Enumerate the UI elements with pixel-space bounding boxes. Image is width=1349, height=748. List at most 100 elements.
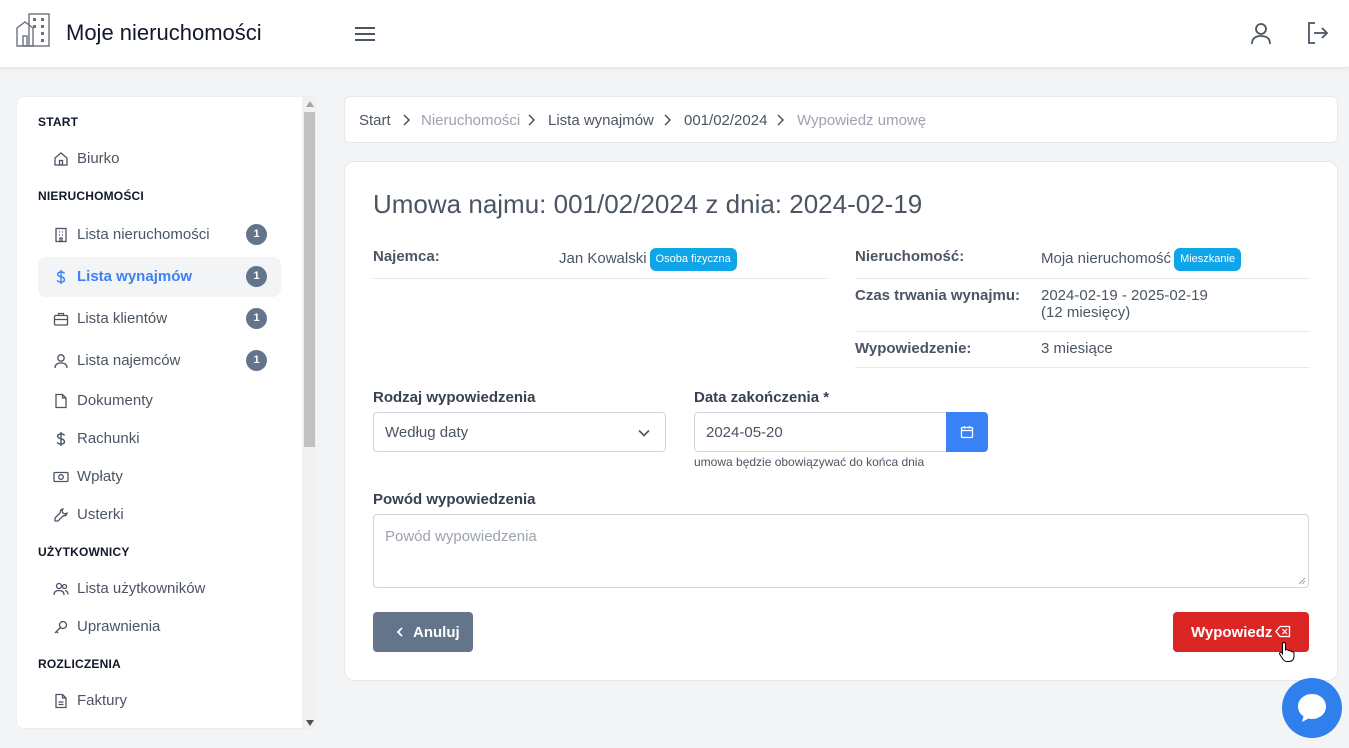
sidebar-item-lista-uzytkownikow[interactable]: Lista użytkowników	[38, 569, 281, 609]
notice-label: Wypowiedzenie:	[855, 340, 972, 357]
sidebar-item-faktury[interactable]: Faktury	[38, 681, 281, 721]
briefcase-icon	[53, 312, 69, 326]
building-logo-icon	[16, 13, 50, 47]
chevron-down-icon	[638, 429, 650, 437]
sidebar-section-uzytkownicy: UŻYTKOWNICY	[38, 545, 130, 559]
breadcrumb-agreement[interactable]: 001/02/2024	[684, 112, 767, 129]
backspace-icon	[1275, 625, 1291, 638]
termination-card: Umowa najmu: 001/02/2024 z dnia: 2024-02…	[344, 161, 1338, 681]
chevron-right-icon	[777, 114, 785, 126]
chevron-right-icon	[528, 114, 536, 126]
sidebar-item-label: Lista klientów	[77, 310, 168, 327]
breadcrumb-nieruchomosci[interactable]: Nieruchomości	[421, 112, 520, 129]
breadcrumb-lista-wynajmow[interactable]: Lista wynajmów	[548, 112, 654, 129]
sidebar-section-rozliczenia: ROZLICZENIA	[38, 657, 121, 671]
sidebar-item-label: Usterki	[77, 506, 124, 523]
sidebar-item-label: Rachunki	[77, 430, 140, 447]
building-icon	[55, 227, 67, 243]
duration-months: (12 miesięcy)	[1041, 304, 1131, 321]
end-date-label-text: Data zakończenia	[694, 389, 820, 406]
chat-bubble-icon	[1298, 694, 1326, 722]
end-date-label: Data zakończenia *	[694, 389, 829, 406]
chevron-left-icon	[396, 627, 403, 637]
sidebar-item-label: Uprawnienia	[77, 618, 161, 635]
notice-value: 3 miesiące	[1041, 340, 1113, 357]
hand-cursor-icon	[1279, 641, 1295, 662]
tenant-value: Jan Kowalski Osoba fizyczna	[559, 248, 737, 271]
page-title: Umowa najmu: 001/02/2024 z dnia: 2024-02…	[373, 189, 923, 219]
sidebar-section-start: START	[38, 115, 79, 129]
sidebar-item-lista-najemcow[interactable]: Lista najemców 1	[38, 341, 281, 381]
sidebar-item-label: Dokumenty	[77, 392, 153, 409]
sidebar-item-label: Biurko	[77, 150, 120, 167]
notice-row: Wypowiedzenie: 3 miesiące	[855, 332, 1309, 368]
duration-row: Czas trwania wynajmu: 2024-02-19 - 2025-…	[855, 279, 1309, 332]
count-badge: 1	[246, 266, 267, 287]
tenant-type-badge: Osoba fizyczna	[649, 248, 737, 271]
sidebar-item-rachunki[interactable]: Rachunki	[38, 419, 281, 459]
property-label: Nieruchomość:	[855, 248, 965, 265]
sidebar-menu: START Biurko NIERUCHOMOŚCI Lista nieruch…	[17, 97, 302, 728]
count-badge: 1	[246, 308, 267, 329]
logout-icon[interactable]	[1304, 20, 1330, 46]
sidebar-item-label: Wpłaty	[77, 468, 123, 485]
tenant-name: Jan Kowalski	[559, 250, 647, 267]
sidebar-item-wplaty[interactable]: Wpłaty	[38, 457, 281, 497]
sidebar-item-lista-nieruchomosci[interactable]: Lista nieruchomości 1	[38, 215, 281, 255]
cancel-button-label: Anuluj	[413, 624, 460, 641]
end-date-input[interactable]: 2024-05-20	[694, 412, 947, 452]
hamburger-menu-icon[interactable]	[352, 22, 378, 46]
calendar-button[interactable]	[946, 412, 988, 452]
breadcrumb: Start Nieruchomości Lista wynajmów 001/0…	[344, 96, 1338, 143]
tenant-label: Najemca:	[373, 248, 440, 265]
chevron-right-icon	[664, 114, 672, 126]
sidebar-item-lista-wynajmow[interactable]: Lista wynajmów 1	[38, 257, 281, 297]
sidebar-scrollbar[interactable]	[302, 97, 315, 728]
sidebar-item-label: Lista użytkowników	[77, 580, 206, 597]
sidebar-item-label: Faktury	[77, 692, 128, 709]
cash-icon	[53, 471, 69, 483]
scrollbar-thumb[interactable]	[304, 112, 315, 447]
sidebar-item-label: Lista nieruchomości	[77, 226, 210, 243]
cancel-button[interactable]: Anuluj	[373, 612, 473, 652]
count-badge: 1	[246, 224, 267, 245]
sidebar-item-label: Lista najemców	[77, 352, 181, 369]
home-icon	[54, 152, 68, 166]
property-row: Nieruchomość: Moja nieruchomość Mieszkani…	[855, 240, 1309, 279]
reason-label: Powód wypowiedzenia	[373, 491, 536, 508]
invoice-icon	[55, 693, 67, 709]
document-icon	[55, 393, 67, 409]
calendar-icon	[960, 426, 974, 439]
breadcrumb-current: Wypowiedz umowę	[797, 112, 927, 129]
termination-type-select[interactable]: Według daty	[373, 412, 666, 452]
sidebar-item-dokumenty[interactable]: Dokumenty	[38, 381, 281, 421]
app-title: Moje nieruchomości	[66, 20, 262, 45]
sidebar-item-usterki[interactable]: Usterki	[38, 495, 281, 535]
breadcrumb-start[interactable]: Start	[359, 112, 391, 129]
wrench-icon	[54, 508, 68, 522]
end-date-hint: umowa będzie obowiązywać do końca dnia	[694, 455, 925, 469]
property-type-badge: Mieszkanie	[1174, 248, 1242, 271]
reason-placeholder: Powód wypowiedzenia	[385, 528, 537, 545]
sidebar-item-biurko[interactable]: Biurko	[38, 139, 281, 179]
property-name: Moja nieruchomość	[1041, 250, 1172, 267]
users-icon	[53, 582, 69, 596]
scroll-down-arrow-icon[interactable]	[306, 720, 314, 726]
termination-type-label: Rodzaj wypowiedzenia	[373, 389, 536, 406]
chat-widget-button[interactable]	[1282, 678, 1342, 738]
sidebar-item-label: Lista wynajmów	[77, 268, 193, 285]
sidebar-item-uprawnienia[interactable]: Uprawnienia	[38, 607, 281, 647]
resize-handle-icon[interactable]	[1298, 577, 1306, 585]
tenant-row: Najemca: Jan Kowalski Osoba fizyczna	[373, 240, 827, 279]
scroll-up-arrow-icon[interactable]	[306, 101, 314, 107]
reason-textarea[interactable]: Powód wypowiedzenia	[373, 514, 1309, 588]
sidebar-section-nieruchomosci: NIERUCHOMOŚCI	[38, 189, 144, 203]
duration-value: 2024-02-19 - 2025-02-19	[1041, 287, 1208, 304]
dollar-icon	[56, 270, 66, 284]
required-mark: *	[823, 389, 830, 406]
end-date-value: 2024-05-20	[706, 424, 783, 441]
sidebar-item-lista-klientow[interactable]: Lista klientów 1	[38, 299, 281, 339]
termination-type-value: Według daty	[385, 424, 469, 441]
count-badge: 1	[246, 350, 267, 371]
user-icon[interactable]	[1248, 20, 1274, 46]
